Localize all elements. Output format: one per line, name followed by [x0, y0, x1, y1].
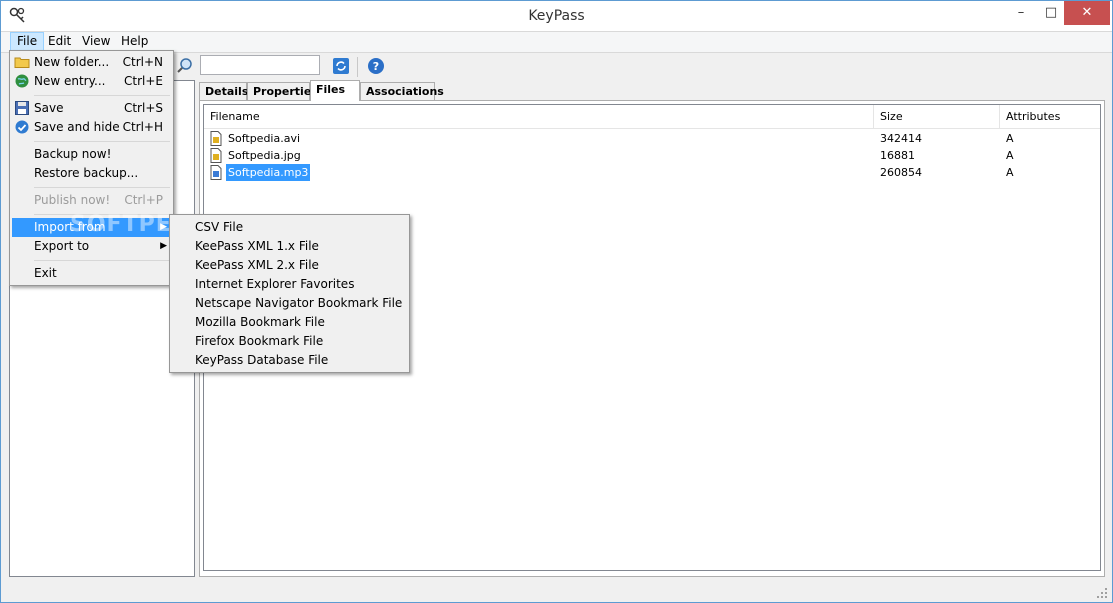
- import-netscape-bookmarks[interactable]: Netscape Navigator Bookmark File: [172, 294, 407, 313]
- column-filename[interactable]: Filename: [204, 105, 874, 128]
- menu-file[interactable]: File: [10, 32, 45, 51]
- search-input[interactable]: [200, 55, 320, 75]
- menu-separator: [34, 260, 170, 261]
- refresh-icon[interactable]: [332, 57, 350, 75]
- cell-attributes: A: [1006, 132, 1014, 145]
- menu-label: Backup now!: [34, 147, 112, 161]
- tab-details[interactable]: Details: [199, 82, 248, 100]
- file-icon: [210, 131, 222, 146]
- import-submenu: CSV File KeePass XML 1.x File KeePass XM…: [169, 214, 410, 373]
- cell-size: 16881: [880, 149, 915, 162]
- menu-restore-backup[interactable]: Restore backup...: [12, 164, 171, 183]
- menu-help[interactable]: Help: [115, 33, 154, 50]
- svg-text:?: ?: [373, 60, 379, 73]
- table-row[interactable]: Softpedia.avi 342414 A: [204, 130, 1100, 147]
- minimize-button[interactable]: –: [1006, 1, 1036, 25]
- import-csv-file[interactable]: CSV File: [172, 218, 407, 237]
- close-button[interactable]: ✕: [1064, 1, 1110, 25]
- menu-shortcut: Ctrl+P: [124, 193, 163, 207]
- import-keypass-database[interactable]: KeyPass Database File: [172, 351, 407, 370]
- menu-label: Restore backup...: [34, 166, 139, 180]
- menu-shortcut: Ctrl+H: [122, 120, 163, 134]
- menu-separator: [34, 187, 170, 188]
- menu-label: CSV File: [195, 220, 244, 234]
- title-bar: KeyPass – □ ✕: [1, 1, 1112, 32]
- window-title: KeyPass: [528, 8, 585, 24]
- floppy-disk-icon: [14, 100, 30, 116]
- menu-view[interactable]: View: [76, 33, 116, 50]
- file-icon: [210, 165, 222, 180]
- cell-attributes: A: [1006, 166, 1014, 179]
- menu-save[interactable]: Save Ctrl+S: [12, 99, 171, 118]
- menu-label: New entry...: [34, 74, 106, 88]
- folder-icon: [14, 54, 30, 70]
- menu-label: KeePass XML 1.x File: [195, 239, 319, 253]
- globe-icon: [14, 73, 30, 89]
- tab-properties[interactable]: Properties: [247, 82, 318, 100]
- submenu-arrow-icon: ▶: [160, 241, 167, 251]
- import-mozilla-bookmarks[interactable]: Mozilla Bookmark File: [172, 313, 407, 332]
- menu-save-and-hide[interactable]: Save and hide Ctrl+H: [12, 118, 171, 137]
- menu-exit[interactable]: Exit: [12, 264, 171, 283]
- menu-label: Mozilla Bookmark File: [195, 315, 325, 329]
- table-row[interactable]: Softpedia.jpg 16881 A: [204, 147, 1100, 164]
- menu-export-to[interactable]: Export to ▶: [12, 237, 171, 256]
- menu-label: Netscape Navigator Bookmark File: [195, 296, 403, 310]
- cell-size: 342414: [880, 132, 922, 145]
- toolbar-separator: [357, 57, 358, 77]
- menu-bar: File Edit View Help: [1, 32, 1112, 52]
- cell-size: 260854: [880, 166, 922, 179]
- cell-attributes: A: [1006, 149, 1014, 162]
- menu-edit[interactable]: Edit: [42, 33, 77, 50]
- import-keepass-xml-2[interactable]: KeePass XML 2.x File: [172, 256, 407, 275]
- list-header: Filename Size Attributes: [204, 105, 1100, 129]
- column-size[interactable]: Size: [874, 105, 1000, 128]
- find-icon[interactable]: [176, 57, 194, 75]
- cell-filename: Softpedia.mp3: [226, 164, 311, 181]
- file-menu: New folder... Ctrl+N New entry... Ctrl+E…: [9, 50, 174, 286]
- import-keepass-xml-1[interactable]: KeePass XML 1.x File: [172, 237, 407, 256]
- tab-files[interactable]: Files: [310, 80, 360, 101]
- menu-backup-now[interactable]: Backup now!: [12, 145, 171, 164]
- menu-publish-now: Publish now! Ctrl+P: [12, 191, 171, 210]
- menu-new-entry[interactable]: New entry... Ctrl+E: [12, 72, 171, 91]
- column-attributes[interactable]: Attributes: [1000, 105, 1100, 128]
- menu-shortcut: Ctrl+S: [123, 101, 163, 115]
- import-firefox-bookmarks[interactable]: Firefox Bookmark File: [172, 332, 407, 351]
- cell-filename: Softpedia.avi: [228, 132, 301, 145]
- menu-label: KeePass XML 2.x File: [195, 258, 319, 272]
- menu-label: Exit: [34, 266, 57, 280]
- maximize-button[interactable]: □: [1036, 1, 1066, 25]
- cell-filename: Softpedia.jpg: [228, 149, 301, 162]
- menu-separator: [34, 141, 170, 142]
- help-icon[interactable]: ?: [367, 57, 385, 75]
- menu-label: Internet Explorer Favorites: [195, 277, 355, 291]
- checkmark-circle-icon: [14, 119, 30, 135]
- menu-shortcut: Ctrl+N: [122, 55, 163, 69]
- menu-label: New folder...: [34, 55, 110, 69]
- menu-new-folder[interactable]: New folder... Ctrl+N: [12, 53, 171, 72]
- menu-label: Firefox Bookmark File: [195, 334, 324, 348]
- menu-separator: [34, 95, 170, 96]
- menu-label: Save and hide: [34, 120, 120, 134]
- menu-label: KeyPass Database File: [195, 353, 329, 367]
- tab-associations[interactable]: Associations: [360, 82, 444, 100]
- table-row-selected[interactable]: Softpedia.mp3 260854 A: [204, 164, 1100, 181]
- menu-label: Publish now!: [34, 193, 111, 207]
- menu-label: Save: [34, 101, 64, 115]
- file-icon: [210, 148, 222, 163]
- menu-shortcut: Ctrl+E: [124, 74, 163, 88]
- import-ie-favorites[interactable]: Internet Explorer Favorites: [172, 275, 407, 294]
- menu-label: Export to: [34, 239, 90, 253]
- resize-grip-icon[interactable]: [1096, 587, 1108, 599]
- status-bar: [1, 579, 1112, 602]
